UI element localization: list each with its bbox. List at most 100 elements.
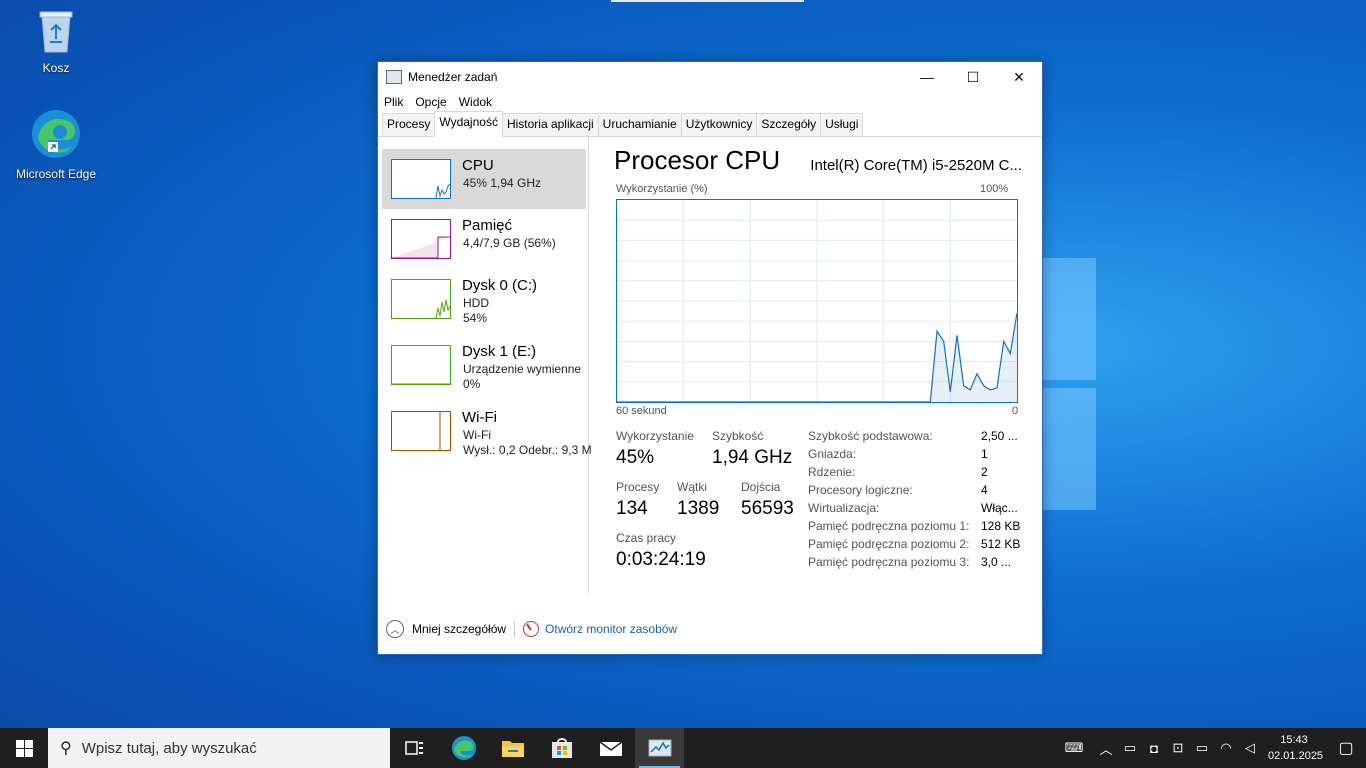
taskbar-clock[interactable]: 15:43 02.01.2025 bbox=[1268, 732, 1324, 764]
task-manager-icon bbox=[386, 70, 402, 84]
close-button[interactable]: ✕ bbox=[996, 62, 1042, 92]
usage-label: Wykorzystanie bbox=[616, 429, 694, 443]
tab-performance[interactable]: Wydajność bbox=[434, 111, 503, 137]
tab-bar: Procesy Wydajność Historia aplikacji Uru… bbox=[378, 111, 1042, 137]
fewer-details-label: Mniej szczegółów bbox=[412, 622, 507, 636]
sidebar-item-title: Dysk 0 (C:) bbox=[462, 277, 537, 294]
disk1-thumbnail-graph bbox=[391, 345, 451, 385]
taskbar-edge[interactable] bbox=[439, 728, 488, 768]
taskbar-store[interactable] bbox=[537, 728, 586, 768]
start-button[interactable] bbox=[0, 728, 48, 768]
axis-left-label: 60 sekund bbox=[616, 405, 667, 417]
taskbar: ⚲ Wpisz tutaj, aby wyszukać ⌨ ︿ ▭ ◘ ⊡ ▭ … bbox=[0, 728, 1366, 768]
sidebar-item-disk0[interactable]: Dysk 0 (C:) HDD 54% bbox=[382, 269, 586, 329]
spec-value: 512 KB bbox=[981, 537, 1021, 551]
resource-sidebar: CPU 45% 1,94 GHz Pamięć 4,4/7,9 GB (56%)… bbox=[378, 137, 592, 593]
notification-icon[interactable]: ▢ bbox=[1326, 738, 1366, 758]
spec-key: Pamięć podręczna poziomu 3: bbox=[808, 555, 970, 569]
memory-thumbnail-graph bbox=[391, 219, 451, 259]
menu-file[interactable]: Plik bbox=[384, 95, 403, 109]
taskbar-mail[interactable] bbox=[586, 728, 635, 768]
thumbnail-sparkline bbox=[392, 236, 450, 258]
keyboard-icon[interactable]: ⌨ bbox=[1054, 740, 1094, 756]
volume-icon[interactable]: ◁ bbox=[1238, 740, 1262, 756]
spec-value: 2,50 ... bbox=[981, 429, 1018, 443]
spec-value: 1 bbox=[981, 447, 988, 461]
sidebar-item-detail: Wi-Fi bbox=[463, 428, 491, 442]
maximize-button[interactable]: ☐ bbox=[950, 62, 996, 92]
spec-key: Szybkość podstawowa: bbox=[808, 429, 933, 443]
display-icon[interactable]: ▭ bbox=[1118, 740, 1142, 756]
threads-value: 1389 bbox=[677, 498, 720, 519]
wifi-icon[interactable]: ◠ bbox=[1214, 740, 1238, 756]
camera-icon[interactable]: ◘ bbox=[1142, 741, 1166, 756]
windows-start-icon bbox=[15, 739, 33, 757]
sidebar-item-detail-2: 0% bbox=[463, 377, 481, 391]
thumbnail-line bbox=[435, 183, 450, 198]
thumbnail-sparkline bbox=[435, 183, 450, 198]
tab-services[interactable]: Usługi bbox=[820, 113, 864, 136]
top-strip bbox=[611, 0, 804, 2]
resource-monitor-label: Otwórz monitor zasobów bbox=[545, 622, 678, 636]
sidebar-item-detail: 4,4/7,9 GB (56%) bbox=[463, 236, 556, 250]
cpu-model: Intel(R) Core(TM) i5-2520M C... bbox=[810, 157, 1022, 174]
sidebar-item-title: Pamięć bbox=[462, 217, 513, 234]
graph-max-label: 100% bbox=[980, 183, 1009, 195]
tab-users[interactable]: Użytkownicy bbox=[680, 113, 758, 136]
usage-value: 45% bbox=[616, 447, 655, 468]
sidebar-item-disk1[interactable]: Dysk 1 (E:) Urządzenie wymienne 0% bbox=[382, 335, 586, 395]
thumbnail-line bbox=[392, 236, 450, 258]
sidebar-item-cpu[interactable]: CPU 45% 1,94 GHz bbox=[382, 149, 586, 209]
fewer-details-button[interactable]: ︿ Mniej szczegółów bbox=[386, 620, 506, 638]
resource-monitor-icon bbox=[523, 621, 540, 637]
system-tray: ⌨ ︿ ▭ ◘ ⊡ ▭ ◠ ◁ 15:43 02.01.2025 ▢ bbox=[1054, 728, 1366, 768]
edge-icon bbox=[451, 736, 476, 760]
task-manager-icon bbox=[648, 739, 671, 757]
menu-view[interactable]: Widok bbox=[459, 95, 492, 109]
sidebar-item-detail-2: 54% bbox=[463, 311, 488, 325]
tab-app-history[interactable]: Historia aplikacji bbox=[501, 113, 599, 136]
graph-label: Wykorzystanie (%) bbox=[616, 183, 708, 195]
sidebar-item-title: CPU bbox=[462, 157, 494, 174]
spec-value: Włąc... bbox=[981, 501, 1018, 515]
spec-key: Rdzenie: bbox=[808, 465, 856, 479]
tab-startup[interactable]: Uruchamianie bbox=[597, 113, 682, 136]
store-icon bbox=[551, 738, 572, 758]
task-manager-window: Menedżer zadań — ☐ ✕ Plik Opcje Widok Pr… bbox=[377, 61, 1043, 655]
thumbnail-sparkline bbox=[435, 299, 450, 318]
mail-icon bbox=[599, 741, 622, 756]
menu-options[interactable]: Opcje bbox=[415, 95, 446, 109]
chevron-up-icon[interactable]: ︿ bbox=[1094, 739, 1118, 758]
sidebar-item-wifi[interactable]: Wi-Fi Wi-Fi Wysł.: 0,2 Odebr.: 9,3 M bbox=[382, 401, 592, 461]
performance-content: CPU 45% 1,94 GHz Pamięć 4,4/7,9 GB (56%)… bbox=[378, 137, 1042, 593]
speed-value: 1,94 GHz bbox=[712, 447, 793, 468]
minimize-button[interactable]: — bbox=[904, 62, 950, 92]
edge-icon bbox=[32, 110, 80, 158]
security-icon[interactable]: ⊡ bbox=[1166, 740, 1190, 756]
thumbnail-sparkline bbox=[439, 412, 441, 450]
tab-details[interactable]: Szczegóły bbox=[756, 113, 822, 136]
title-bar[interactable]: Menedżer zadań — ☐ ✕ bbox=[378, 62, 1042, 92]
spec-value: 3,0 ... bbox=[981, 555, 1012, 569]
clock-date: 02.01.2025 bbox=[1268, 750, 1324, 762]
axis-right-label: 0 bbox=[1012, 405, 1019, 417]
processes-label: Procesy bbox=[616, 480, 660, 494]
desktop-icon-recycle-bin[interactable]: Kosz bbox=[11, 8, 101, 75]
cpu-usage-graph bbox=[616, 199, 1018, 403]
taskbar-search-box[interactable]: ⚲ Wpisz tutaj, aby wyszukać bbox=[48, 728, 390, 768]
task-view-button[interactable] bbox=[390, 728, 439, 768]
taskbar-file-explorer[interactable] bbox=[488, 728, 537, 768]
desktop-icon-label: Kosz bbox=[42, 61, 70, 75]
chevron-up-icon: ︿ bbox=[386, 620, 404, 638]
window-footer: ︿ Mniej szczegółów Otwórz monitor zasobó… bbox=[378, 618, 1042, 640]
sidebar-item-memory[interactable]: Pamięć 4,4/7,9 GB (56%) bbox=[382, 209, 586, 269]
taskbar-task-manager[interactable] bbox=[635, 728, 684, 768]
desktop-icon-edge[interactable]: Microsoft Edge bbox=[11, 108, 101, 181]
open-resource-monitor-link[interactable]: Otwórz monitor zasobów bbox=[523, 621, 677, 637]
spec-key: Pamięć podręczna poziomu 2: bbox=[808, 537, 970, 551]
tab-processes[interactable]: Procesy bbox=[382, 113, 436, 136]
cpu-thumbnail-graph bbox=[391, 159, 451, 199]
spec-key: Gniazda: bbox=[808, 447, 857, 461]
thumbnail-line bbox=[435, 299, 450, 318]
battery-icon[interactable]: ▭ bbox=[1190, 740, 1214, 756]
